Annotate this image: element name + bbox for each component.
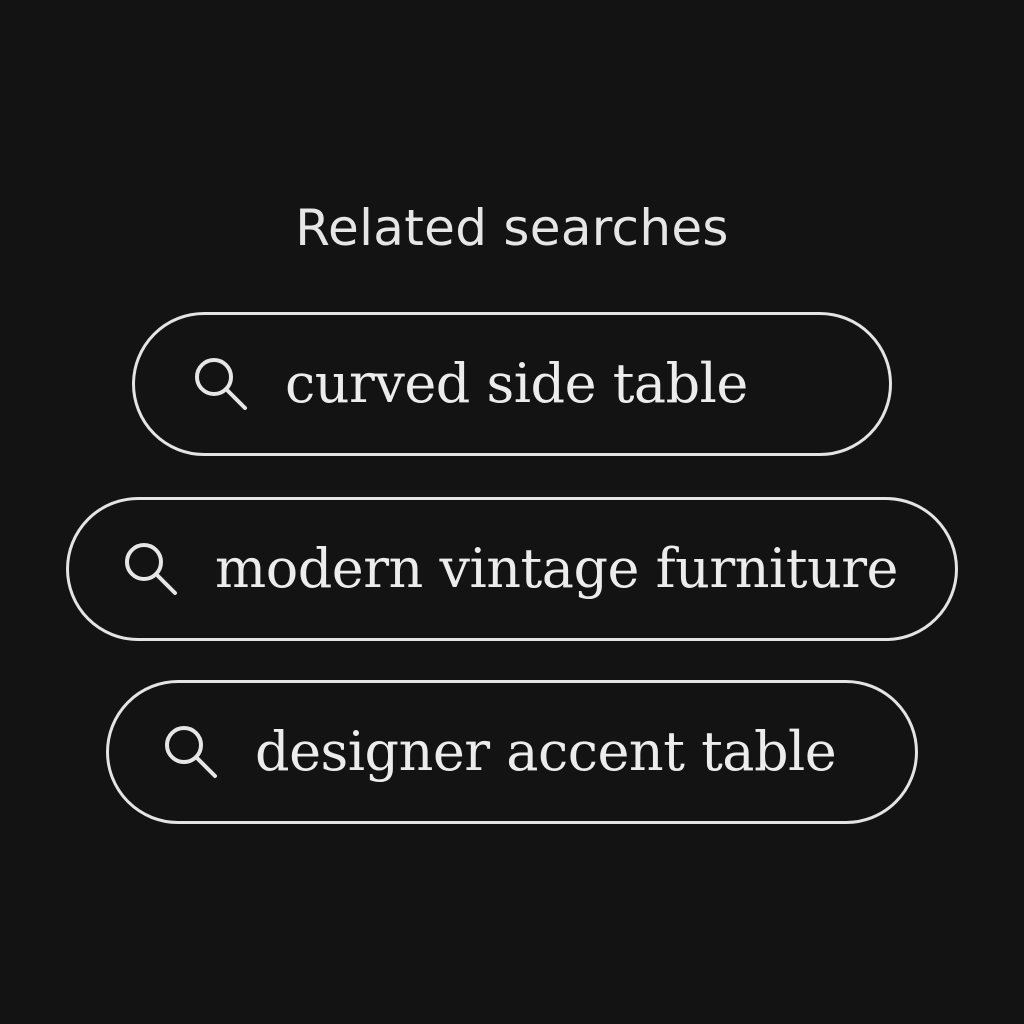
search-icon: [159, 720, 223, 784]
related-search-label: modern vintage furniture: [215, 537, 899, 600]
related-search-label: designer accent table: [255, 720, 837, 783]
related-search-chip-designer-accent-table[interactable]: designer accent table: [106, 680, 918, 824]
related-searches-panel: Related searches curved side table moder…: [0, 0, 1024, 1024]
related-searches-heading: Related searches: [295, 199, 729, 257]
related-search-label: curved side table: [285, 352, 748, 415]
related-search-chip-curved-side-table[interactable]: curved side table: [132, 312, 892, 456]
search-icon: [189, 352, 253, 416]
search-icon: [119, 537, 183, 601]
related-search-chip-modern-vintage-furniture[interactable]: modern vintage furniture: [66, 497, 958, 641]
